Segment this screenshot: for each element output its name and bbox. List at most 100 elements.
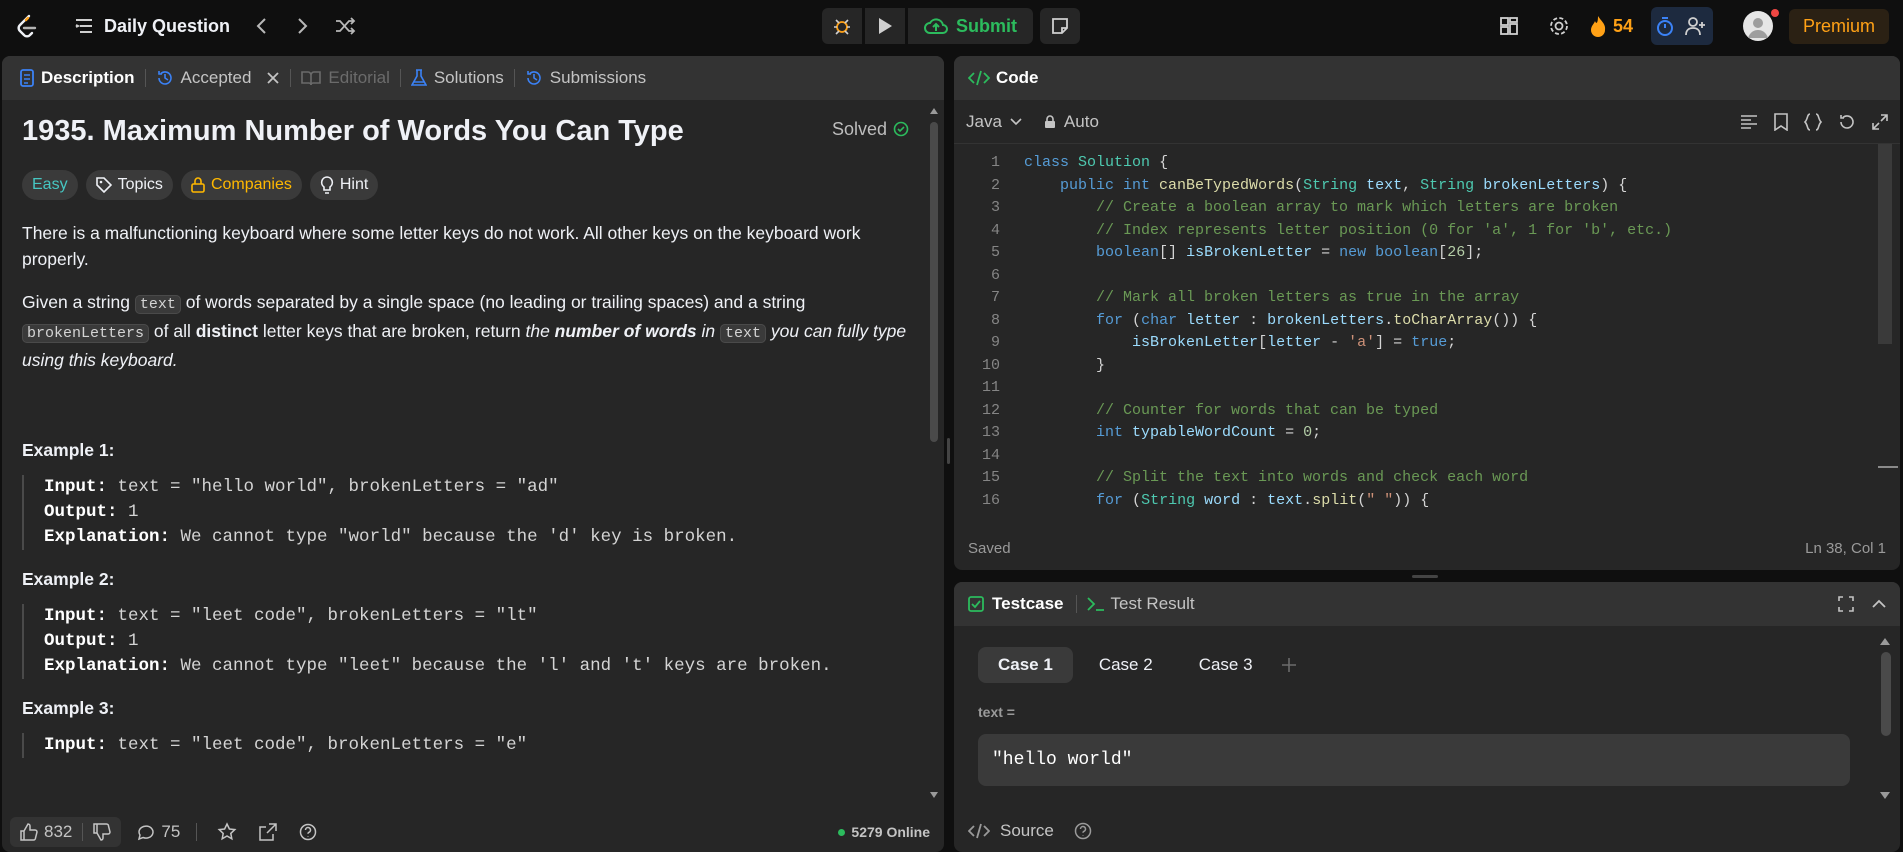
hint-tag[interactable]: Hint [309,170,379,200]
tab-accepted[interactable]: Accepted [146,68,291,88]
scroll-position-marker [1878,466,1898,468]
like-button[interactable]: 832 [10,822,82,842]
tab-case-3[interactable]: Case 3 [1179,647,1273,683]
input-label: Input: [44,477,108,497]
solved-label: Solved [831,119,887,139]
code-line: 13 int typableWordCount = 0; [954,422,1900,445]
testcase-actions [1838,596,1886,612]
text-run: letter keys that are broken, return [257,321,526,341]
tab-solutions[interactable]: Solutions [401,68,514,88]
close-icon[interactable] [266,71,280,85]
run-button[interactable] [865,8,905,44]
add-user-icon[interactable] [1685,16,1707,36]
reset-icon[interactable] [1838,113,1856,131]
notes-button[interactable] [1040,8,1080,44]
comments-button[interactable]: 75 [137,822,180,842]
example-heading: Example 1: [22,440,115,460]
vertical-resize-handle[interactable] [947,438,950,464]
help-icon[interactable] [299,823,317,841]
plus-icon[interactable] [1281,657,1297,673]
expand-icon[interactable] [1872,113,1888,131]
line-number: 8 [990,311,1000,329]
example-block: Input: text = "hello world", brokenLette… [22,475,927,550]
daily-question-link[interactable]: Daily Question [74,16,230,37]
description-tabs: Description Accepted Editorial Solutions… [2,56,944,100]
avatar[interactable] [1742,9,1779,41]
format-icon[interactable] [1740,113,1758,131]
example-heading: Example 3: [22,698,115,718]
tab-submissions[interactable]: Submissions [515,68,656,88]
case-tabs: Case 1 Case 2 Case 3 [978,647,1297,683]
scroll-up-arrow[interactable] [930,108,938,114]
code-line: 3 // Create a boolean array to mark whic… [954,197,1900,220]
tab-testcase[interactable]: Testcase [968,594,1064,614]
tab-description[interactable]: Description [16,68,145,88]
chevron-up-icon[interactable] [1872,596,1886,612]
bookmark-icon[interactable] [1774,112,1788,131]
leetcode-logo-icon[interactable] [14,13,40,39]
streak-counter[interactable]: 54 [1589,15,1633,37]
line-number: 1 [990,154,1000,171]
description-paragraph: There is a malfunctioning keyboard where… [22,223,861,269]
line-number: 7 [990,289,1000,306]
debug-button[interactable] [822,8,862,44]
lock-icon [1044,114,1056,129]
checkbox-icon [968,596,984,612]
code-panel: Code Java Auto 1 class Solution { 2 publi… [954,56,1900,570]
explanation-label: Explanation: [44,656,171,676]
text-run: Given a string [22,292,135,312]
layout-icon[interactable] [1489,6,1529,46]
testcase-header: Testcase Test Result [954,582,1900,626]
tab-editorial[interactable]: Editorial [291,68,399,88]
chevron-right-icon[interactable] [286,9,320,43]
code-line: 6 [954,265,1900,288]
example-block: Input: text = "leet code", brokenLetters… [22,733,927,758]
stopwatch-icon[interactable] [1656,16,1674,36]
solved-status: Solved [832,116,909,142]
code-title: Code [996,68,1039,87]
tab-divider [1075,595,1077,613]
language-select[interactable]: Java [966,112,1022,132]
fullscreen-icon[interactable] [1838,596,1854,612]
share-icon[interactable] [259,823,278,841]
source-footer: Source [968,810,1092,852]
code-scrollbar-thumb[interactable] [1878,144,1892,344]
source-label[interactable]: Source [1000,821,1054,841]
input-label: Input: [44,606,108,626]
companies-tag[interactable]: Companies [180,170,302,200]
submit-button[interactable]: Submit [908,8,1033,44]
tab-case-1[interactable]: Case 1 [978,647,1073,683]
text-run: of words separated by a single space (no… [180,292,806,312]
gear-icon[interactable] [1539,6,1579,46]
code-line: 15 // Split the text into words and chec… [954,467,1900,490]
param-value-input[interactable]: "hello world" [978,734,1850,786]
online-indicator: 5279 Online [838,824,930,840]
auto-mode-toggle[interactable]: Auto [1044,112,1099,132]
shuffle-icon[interactable] [328,9,362,43]
line-number: 3 [990,199,1000,216]
inline-code: brokenLetters [22,324,150,343]
chevron-left-icon[interactable] [244,9,278,43]
scroll-down-arrow[interactable] [1880,792,1890,799]
tab-case-2[interactable]: Case 2 [1079,647,1173,683]
braces-icon[interactable] [1804,112,1822,131]
tab-test-result-label: Test Result [1110,594,1195,613]
help-icon[interactable] [1074,822,1092,840]
scroll-up-arrow[interactable] [1880,638,1890,645]
horizontal-resize-handle[interactable] [1412,575,1438,578]
save-status: Saved [968,539,1011,557]
testcase-scrollbar-thumb[interactable] [1881,652,1891,736]
topics-tag[interactable]: Topics [85,170,173,200]
premium-button[interactable]: Premium [1788,8,1889,44]
scrollbar-thumb[interactable] [930,122,938,442]
tab-solutions-label: Solutions [433,68,504,87]
tab-test-result[interactable]: Test Result [1086,594,1195,614]
scrollbar-track[interactable] [930,108,938,442]
line-number: 6 [990,266,1000,284]
footer-divider [196,823,198,841]
bold-text: distinct [195,321,258,341]
scroll-down-arrow[interactable] [930,792,938,798]
code-editor[interactable]: 1 class Solution { 2 public int canBeType… [954,152,1900,520]
star-icon[interactable] [217,822,237,842]
thumbs-down-icon[interactable] [83,823,121,841]
